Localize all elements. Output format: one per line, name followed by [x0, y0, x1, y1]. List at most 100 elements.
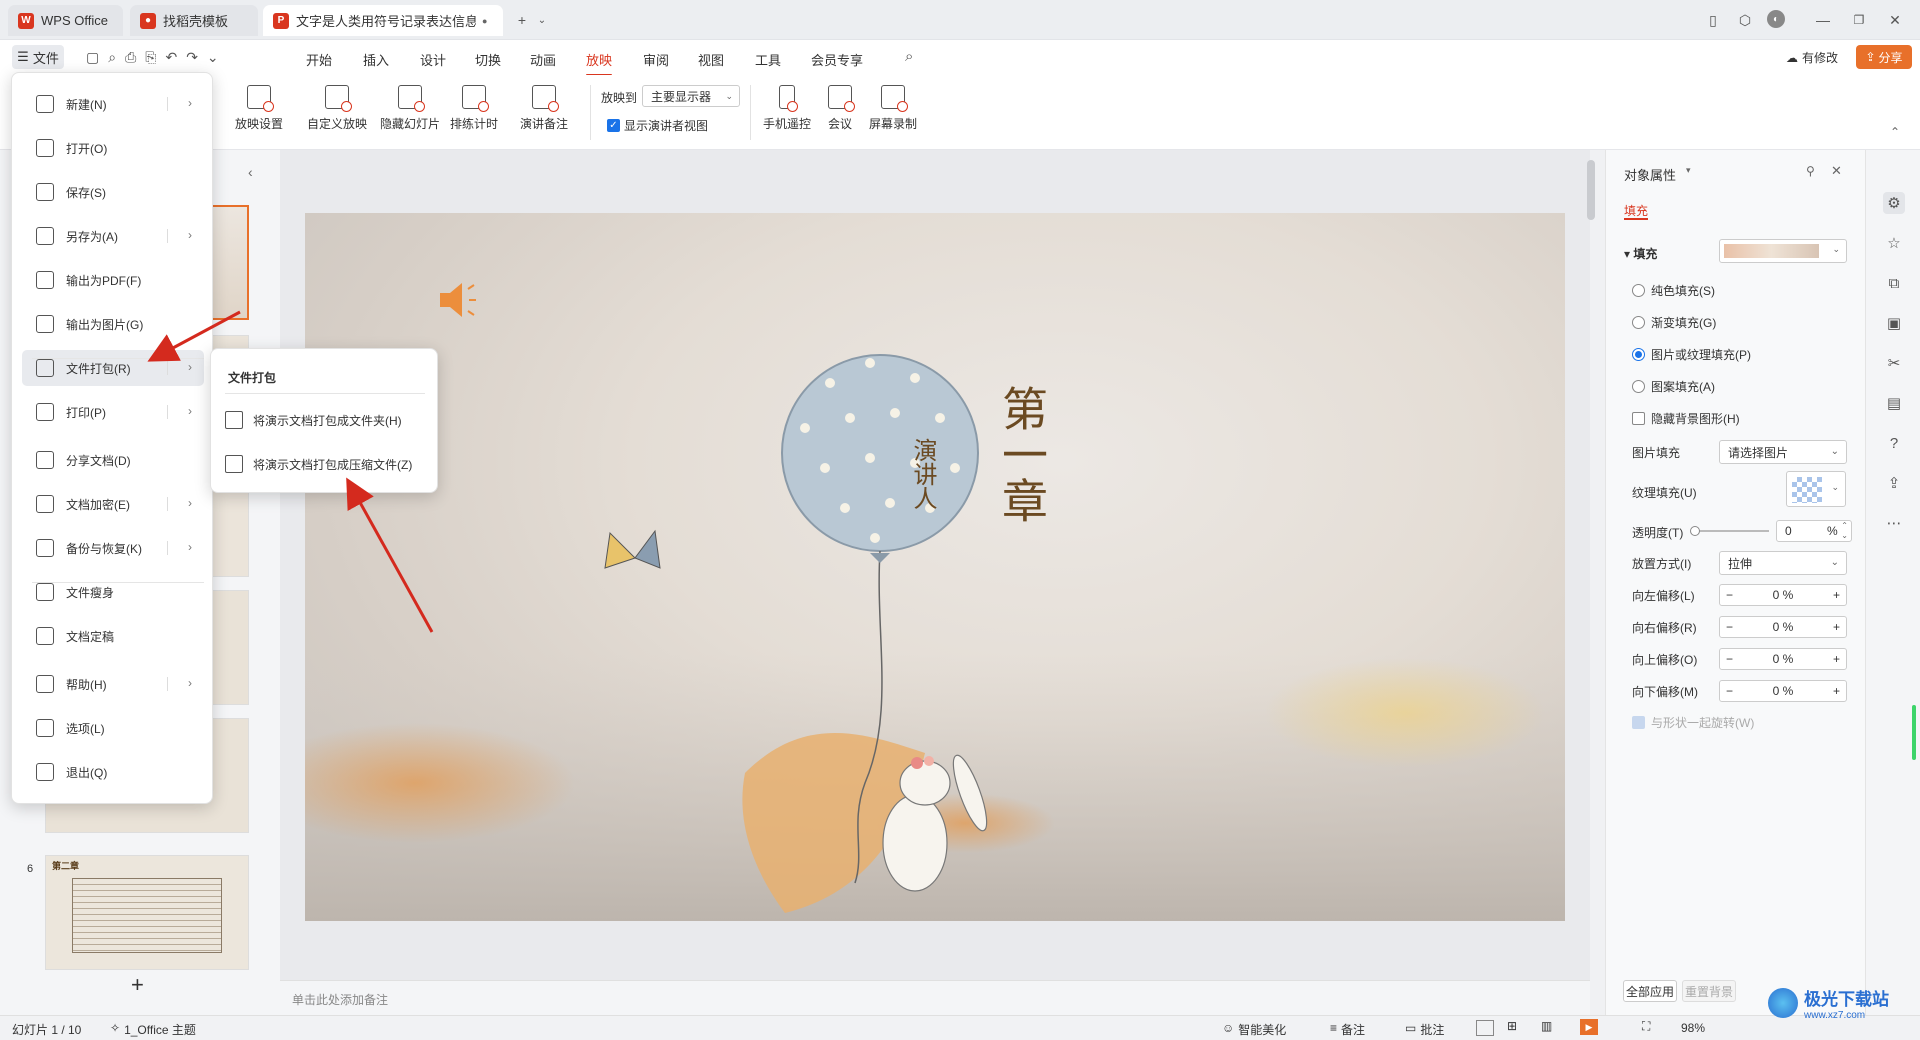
menu-animation[interactable]: 动画 [530, 50, 556, 69]
menu-home[interactable]: 开始 [306, 50, 332, 69]
screen-record-button[interactable]: 屏幕录制 [869, 85, 917, 132]
reset-background-button[interactable]: 重置背景 [1682, 980, 1736, 1002]
image-icon[interactable]: ▣ [1883, 312, 1905, 334]
notes-pane[interactable]: 单击此处添加备注 [280, 980, 1590, 1015]
file-menu-item-encrypt[interactable]: 文档加密(E) › [22, 486, 204, 522]
custom-show-button[interactable]: 自定义放映 [307, 85, 367, 132]
transparency-slider[interactable] [1694, 530, 1769, 532]
close-icon[interactable]: ✕ [1885, 10, 1905, 30]
minus-icon[interactable]: − [1726, 684, 1733, 698]
zoom-level[interactable]: 98% [1681, 1021, 1705, 1035]
slide-thumbnail-6[interactable]: 第二章 [45, 855, 249, 970]
presenter-view-checkbox[interactable]: ✓ 显示演讲者视图 [607, 117, 708, 134]
offset-down-stepper[interactable]: − 0 % + [1719, 680, 1847, 702]
gradient-fill-option[interactable]: 渐变填充(G) [1632, 314, 1716, 331]
fit-window-icon[interactable]: ⛶ [1642, 1019, 1650, 1034]
spin-icon[interactable]: ⌃ ⌄ [1841, 521, 1848, 541]
menu-view[interactable]: 视图 [698, 50, 724, 69]
package-to-zip-item[interactable]: 将演示文档打包成压缩文件(Z) [225, 449, 412, 479]
solid-fill-option[interactable]: 纯色填充(S) [1632, 282, 1715, 299]
slide-title[interactable]: 第一章 [995, 385, 1049, 523]
star-icon[interactable]: ☆ [1883, 232, 1905, 254]
add-slide-button[interactable]: + [131, 972, 144, 998]
tab-template[interactable]: ● 找稻壳模板 [130, 5, 258, 36]
help-icon[interactable]: ? [1883, 432, 1905, 454]
cube-icon[interactable]: ⬡ [1735, 10, 1755, 30]
file-menu-item-export-image[interactable]: 输出为图片(G) [22, 306, 204, 342]
collapse-ribbon-icon[interactable]: ⌃ [1890, 125, 1900, 139]
slide[interactable]: 第一章 演讲人 [305, 213, 1565, 921]
picture-fill-option[interactable]: 图片或纹理填充(P) [1632, 346, 1751, 363]
comments-toggle[interactable]: ▭ 批注 [1405, 1021, 1444, 1038]
minus-icon[interactable]: − [1726, 620, 1733, 634]
pin-icon[interactable]: ⚲ [1806, 164, 1815, 178]
fill-section-header[interactable]: ▾ 填充 [1624, 245, 1657, 262]
file-menu-item-new[interactable]: 新建(N) › [22, 86, 204, 122]
placement-select[interactable]: 拉伸 ⌄ [1719, 551, 1847, 575]
chevron-down-icon[interactable]: ⌄ [532, 10, 552, 30]
book-icon[interactable]: ▤ [1883, 392, 1905, 414]
menu-transition[interactable]: 切换 [475, 50, 501, 69]
search-icon[interactable]: ⌕ [905, 48, 913, 65]
chevron-down-icon[interactable]: ▾ [1686, 165, 1691, 176]
new-tab-icon[interactable]: + [512, 10, 532, 30]
vertical-scrollbar[interactable] [1587, 160, 1595, 220]
theme-indicator[interactable]: ✧ 1_Office 主题 [110, 1021, 196, 1038]
menu-review[interactable]: 审阅 [643, 50, 669, 69]
slide-subtitle[interactable]: 演讲人 [909, 438, 938, 510]
transparency-input[interactable]: 0 % ⌃ ⌄ [1776, 520, 1852, 542]
plus-icon[interactable]: + [1833, 588, 1840, 602]
play-icon[interactable]: ▶ [1580, 1019, 1598, 1035]
file-menu-item-print[interactable]: 打印(P) › [22, 394, 204, 430]
file-menu-item-help[interactable]: 帮助(H) › [22, 666, 204, 702]
minus-icon[interactable]: − [1726, 652, 1733, 666]
tools-icon[interactable]: ✂ [1883, 352, 1905, 374]
file-menu-item-slim-file[interactable]: 文件瘦身 [22, 574, 204, 610]
minimize-icon[interactable]: — [1813, 10, 1833, 30]
picture-fill-select[interactable]: 请选择图片 ⌄ [1719, 440, 1847, 464]
layout-icon[interactable]: ▯ [1703, 10, 1723, 30]
display-select[interactable]: 主要显示器 ⌄ [642, 85, 740, 107]
quick-access-toolbar[interactable]: ▢⌕⎙⎘↶↷⌄ [86, 49, 228, 66]
file-menu-item-save[interactable]: 保存(S) [22, 174, 204, 210]
offset-left-stepper[interactable]: − 0 % + [1719, 584, 1847, 606]
meeting-button[interactable]: 会议 [828, 85, 855, 132]
apply-all-button[interactable]: 全部应用 [1623, 980, 1677, 1002]
file-menu-item-exit[interactable]: 退出(Q) [22, 754, 204, 790]
offset-right-stepper[interactable]: − 0 % + [1719, 616, 1847, 638]
file-menu-item-file-package[interactable]: 文件打包(R) › [22, 350, 204, 386]
avatar[interactable]: ◐ [1767, 10, 1785, 28]
slideshow-settings-button[interactable]: 放映设置 [235, 85, 283, 132]
phone-remote-button[interactable]: 手机遥控 [763, 85, 811, 132]
file-menu-item-options[interactable]: 选项(L) [22, 710, 204, 746]
normal-view-icon[interactable] [1476, 1020, 1494, 1036]
menu-slideshow[interactable]: 放映 [586, 50, 613, 76]
close-icon[interactable]: ✕ [1831, 163, 1842, 179]
minus-icon[interactable]: − [1726, 588, 1733, 602]
file-menu-item-export-pdf[interactable]: 输出为PDF(F) [22, 262, 204, 298]
menu-insert[interactable]: 插入 [363, 50, 389, 69]
plus-icon[interactable]: + [1833, 620, 1840, 634]
file-menu-item-finalize[interactable]: 文档定稿 [22, 618, 204, 654]
tab-document[interactable]: P 文字是人类用符号记录表达信息以 ● [263, 5, 503, 36]
slider-handle[interactable] [1690, 526, 1700, 536]
plus-icon[interactable]: + [1833, 652, 1840, 666]
pattern-fill-option[interactable]: 图案填充(A) [1632, 378, 1715, 395]
copy-icon[interactable]: ⧉ [1883, 272, 1905, 294]
rehearse-timing-button[interactable]: 排练计时 [450, 85, 498, 132]
grid-view-icon[interactable]: ⊞ [1507, 1019, 1517, 1033]
menu-design[interactable]: 设计 [420, 50, 446, 69]
modified-status[interactable]: ☁ 有修改 [1786, 49, 1838, 66]
speaker-notes-button[interactable]: 演讲备注 [520, 85, 568, 132]
menu-member[interactable]: 会员专享 [811, 50, 863, 69]
unsaved-dot-icon[interactable]: ● [482, 16, 487, 26]
fill-preview-select[interactable]: ⌄ [1719, 239, 1847, 263]
tab-fill[interactable]: 填充 [1624, 202, 1648, 219]
smart-beautify-button[interactable]: ☺ 智能美化 [1222, 1021, 1286, 1038]
tab-wps-office[interactable]: W WPS Office [8, 5, 123, 36]
file-menu-item-share-document[interactable]: 分享文档(D) [22, 442, 204, 478]
offset-up-stepper[interactable]: − 0 % + [1719, 648, 1847, 670]
menu-tools[interactable]: 工具 [755, 50, 781, 69]
file-menu-item-open[interactable]: 打开(O) [22, 130, 204, 166]
file-menu-item-backup-restore[interactable]: 备份与恢复(K) › [22, 530, 204, 566]
